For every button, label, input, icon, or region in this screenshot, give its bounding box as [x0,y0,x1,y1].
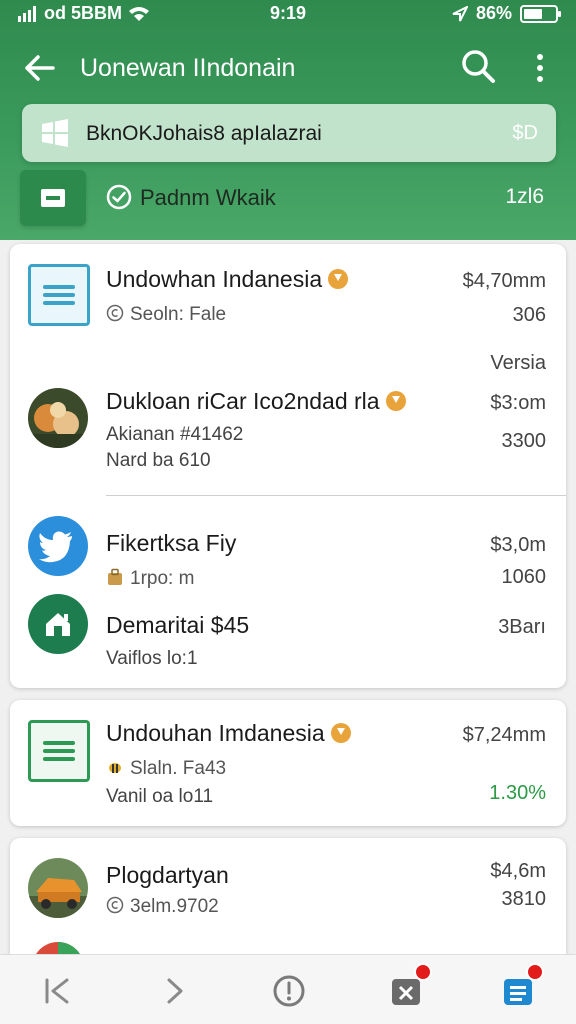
back-icon [45,978,69,1004]
battery-icon [520,4,561,23]
version-label: Versia [490,352,546,374]
arrow-left-icon [25,55,55,81]
item-count: 1060 [501,566,547,588]
document-icon [28,720,90,782]
download-badge-icon [330,722,351,743]
promo-banner[interactable]: BknOKJohais8 apIalazrai $D [22,104,556,162]
item-subtitle: Akianan #41462 [106,424,244,445]
item-title: Dukloan riCar Ico2ndad rla [106,388,406,415]
notification-dot [526,963,544,981]
list-item[interactable]: Fikertksa Fiy 1rpo: m $3,0m 1060 [10,504,566,592]
twitter-icon [28,516,88,576]
bag-icon [108,568,122,585]
filter-bar: Padnm Wkaik 1zl6 [0,164,576,228]
item-thumbnail [28,858,88,918]
item-price: $4,70mm [462,270,546,292]
more-options-button[interactable] [524,48,556,88]
item-title: Undowhan Indanesia [106,266,349,293]
filter-label: Padnm Wkaik [140,185,276,210]
nav-info-button[interactable] [267,969,311,1013]
info-icon [273,975,305,1007]
nav-apps-button[interactable] [384,963,432,1013]
more-dot-icon [537,65,543,71]
download-badge-icon [385,390,406,411]
item-price: $7,24mm [462,724,546,746]
item-title: Plogdartyan [106,862,229,888]
nav-back-button[interactable] [36,969,80,1013]
copyright-icon [106,896,124,914]
collapse-button[interactable] [20,170,86,226]
item-change: 1.30% [489,782,546,804]
item-subtitle-secondary: Nard ba 610 [106,450,211,471]
item-title: Undouhan Imdanesia [106,720,351,747]
item-subtitle: Slaln. Fa43 [106,758,226,780]
download-badge-icon [328,268,349,289]
search-button[interactable] [460,48,500,88]
banner-text: BknOKJohais8 apIalazrai [86,122,322,145]
bottom-navigation [0,954,576,1024]
item-subtitle: Vaiflos lo:1 [106,648,198,669]
more-dot-icon [537,54,543,60]
list-item[interactable]: Undowhan Indanesia Seoln: Fale $4,70mm 3… [10,244,566,344]
download-card[interactable]: Undouhan Imdanesia Slaln. Fa43 Vanil oa … [10,700,566,826]
apps-icon [392,979,420,1005]
item-price: $4,6m [490,860,546,882]
item-subtitle: 3elm.9702 [106,896,219,918]
home-icon [28,594,88,654]
copyright-icon [106,304,124,322]
item-count: 306 [512,304,546,326]
list-item[interactable]: Versia Dukloan riCar Ico2ndad rla Akiana… [10,344,566,494]
battery-percent: 86% [475,3,512,23]
item-price: $3,0m [490,534,546,556]
document-icon [28,264,90,326]
filter-count: 1zl6 [505,185,544,208]
item-price: $3:om [490,392,546,414]
item-count: 3300 [501,430,547,452]
bee-icon [109,762,121,773]
search-icon [462,50,495,83]
item-count: 3810 [501,888,547,910]
item-title: Demaritai $45 [106,612,250,638]
item-subtitle-secondary: Vanil oa lo11 [106,786,214,807]
forward-icon [167,978,183,1004]
status-bar: od 5BBM 9:19 86% [0,0,576,28]
nav-forward-button[interactable] [152,969,196,1013]
item-subtitle: Seoln: Fale [106,304,226,326]
item-price: 3Barı [498,616,546,638]
notification-dot [414,963,432,981]
download-list-card: Undowhan Indanesia Seoln: Fale $4,70mm 3… [10,244,566,688]
more-dot-icon [537,76,543,82]
download-card[interactable]: Plogdartyan 3elm.9702 $4,6m 3810 [10,838,566,968]
divider [106,495,566,496]
back-button[interactable] [18,48,62,88]
app-header: od 5BBM 9:19 86% Uonewan IIndonain BknOK… [0,0,576,240]
item-subtitle: 1rpo: m [106,568,194,590]
list-item[interactable]: Demaritai $45 Vaiflos lo:1 3Barı [10,592,566,682]
item-title: Fikertksa Fiy [106,530,237,556]
menu-list-icon [504,979,532,1005]
page-title: Uonewan IIndonain [80,54,296,82]
banner-value: $D [512,122,538,144]
windows-icon [42,119,68,147]
nav-menu-button[interactable] [496,963,544,1013]
location-icon [452,5,468,21]
app-bar: Uonewan IIndonain [0,40,576,96]
item-thumbnail [28,388,88,448]
minus-icon [41,189,65,207]
check-circle-icon[interactable] [106,184,132,210]
